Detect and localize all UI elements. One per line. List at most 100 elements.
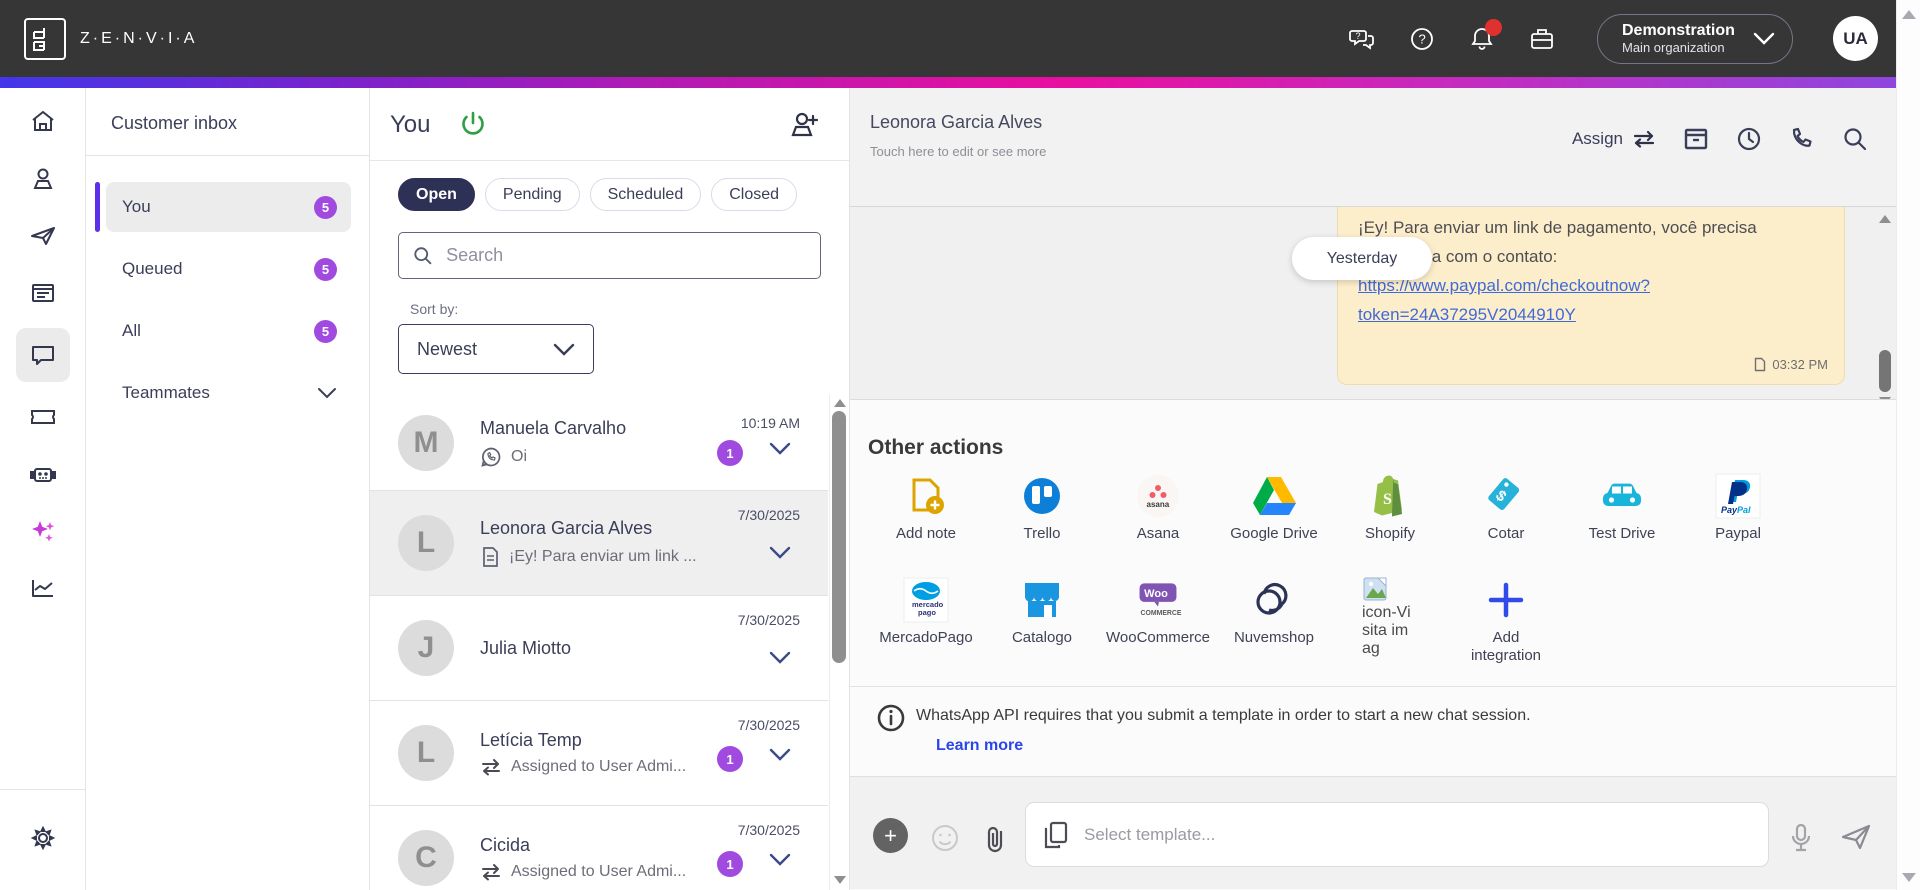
nav-ai[interactable] (19, 509, 67, 553)
scrollbar-thumb[interactable] (1879, 350, 1891, 392)
inbox-filter-you[interactable]: You 5 (95, 182, 351, 232)
scroll-down-arrow[interactable] (1902, 873, 1916, 882)
action-trello[interactable]: Trello (984, 472, 1100, 576)
clock-icon (1737, 127, 1761, 151)
conversation-list-panel: You Open Pending Scheduled Closed Sort b… (370, 88, 850, 890)
support-chat-icon[interactable]: ? (1349, 26, 1375, 52)
search-conversation-button[interactable] (1842, 126, 1868, 152)
microphone-button[interactable] (1788, 823, 1814, 860)
action-add-integration[interactable]: Add integration (1448, 576, 1564, 680)
phone-icon (1792, 127, 1812, 147)
call-button[interactable] (1789, 126, 1815, 152)
action-nuvemshop[interactable]: Nuvemshop (1216, 576, 1332, 680)
conversation-row[interactable]: J Julia Miotto 7/30/2025 (370, 595, 828, 700)
message-area[interactable]: ¡Ey! Para enviar um link de pagamento, v… (850, 207, 1896, 400)
nav-chatbot[interactable] (19, 452, 67, 496)
search-input[interactable] (446, 245, 806, 266)
conversation-row[interactable]: C Cicida Assigned to User Admi... 7/30/2… (370, 805, 828, 890)
conversation-row-selected[interactable]: L Leonora Garcia Alves ¡Ey! Para enviar … (370, 490, 828, 595)
scroll-up-arrow[interactable] (1879, 215, 1891, 223)
chevron-down-icon (1753, 32, 1775, 45)
chart-icon (31, 580, 53, 597)
history-button[interactable] (1736, 126, 1762, 152)
action-cotar[interactable]: $ Cotar (1448, 472, 1564, 576)
action-mercadopago[interactable]: mercado pago MercadoPago (868, 576, 984, 680)
payment-link[interactable]: https://www.paypal.com/checkoutnow? toke… (1358, 276, 1650, 324)
action-catalogo[interactable]: Catalogo (984, 576, 1100, 680)
apps-briefcase-icon[interactable] (1529, 26, 1555, 52)
expand-chevron-icon[interactable] (769, 853, 791, 866)
template-select-input[interactable] (1084, 824, 1752, 845)
conversation-row[interactable]: L Letícia Temp Assigned to User Admi... … (370, 700, 828, 805)
help-icon[interactable]: ? (1409, 26, 1435, 52)
nav-settings[interactable] (19, 816, 67, 860)
action-add-note[interactable]: Add note (868, 472, 984, 576)
emoji-button[interactable] (930, 823, 960, 858)
tab-open[interactable]: Open (398, 178, 475, 211)
action-visita-broken-image[interactable]: icon-Visita imag (1332, 576, 1448, 680)
scrollbar-thumb[interactable] (832, 411, 846, 663)
conversation-search[interactable] (398, 232, 821, 279)
asana-icon: asana (1137, 475, 1179, 517)
action-google-drive[interactable]: Google Drive (1216, 472, 1332, 576)
list-scrollbar[interactable] (829, 395, 849, 890)
action-paypal[interactable]: PayPal Paypal (1680, 472, 1796, 576)
nav-tickets[interactable] (19, 395, 67, 439)
notification-dot (1485, 18, 1502, 36)
attach-file-button[interactable] (982, 823, 1008, 860)
panel-title: Customer inbox (111, 113, 238, 133)
archive-button[interactable] (1683, 126, 1709, 152)
add-attachment-button[interactable]: + (873, 818, 908, 853)
note-status-icon (1755, 357, 1766, 372)
nav-news[interactable] (19, 271, 67, 315)
action-shopify[interactable]: S Shopify (1332, 472, 1448, 576)
tab-closed[interactable]: Closed (711, 178, 798, 211)
message-scrollbar[interactable] (1878, 207, 1893, 399)
user-avatar[interactable]: UA (1833, 16, 1878, 61)
inbox-filter-teammates[interactable]: Teammates (106, 368, 351, 418)
expand-chevron-icon[interactable] (769, 651, 791, 664)
nav-contacts[interactable] (19, 157, 67, 201)
transfer-icon (482, 864, 500, 881)
scroll-up-arrow[interactable] (834, 399, 846, 407)
add-person-icon[interactable] (787, 108, 821, 142)
inbox-filter-queued[interactable]: Queued 5 (106, 244, 351, 294)
expand-chevron-icon[interactable] (769, 442, 791, 455)
nav-campaigns[interactable] (19, 214, 67, 258)
tab-pending[interactable]: Pending (484, 178, 580, 211)
filter-label: All (122, 321, 141, 340)
customer-inbox-panel: Customer inbox You 5 Queued 5 All 5 Team… (86, 88, 370, 890)
contact-name: Letícia Temp (480, 730, 582, 750)
send-button[interactable] (1840, 823, 1872, 856)
woocommerce-icon: Woo COMMERCE (1139, 583, 1182, 617)
page-scrollbar[interactable] (1896, 0, 1920, 890)
expand-chevron-icon[interactable] (769, 748, 791, 761)
nav-home[interactable] (19, 100, 67, 144)
assign-button[interactable]: Assign (1572, 129, 1656, 149)
chat-icon (31, 346, 54, 365)
nav-customer-inbox[interactable] (15, 328, 70, 382)
template-input-box[interactable] (1025, 802, 1769, 867)
tab-scheduled[interactable]: Scheduled (589, 178, 702, 211)
sort-select[interactable]: Newest (398, 324, 594, 374)
chat-contact-subtitle[interactable]: Touch here to edit or see more (870, 144, 1046, 159)
learn-more-link[interactable]: Learn more (936, 737, 1023, 755)
availability-power-icon[interactable] (457, 109, 489, 141)
inbox-filter-all[interactable]: All 5 (106, 306, 351, 356)
conversation-row[interactable]: M Manuela Carvalho Oi 10:19 AM 1 (370, 395, 828, 490)
zenvia-logo-icon[interactable] (24, 17, 66, 60)
contact-name: Cicida (480, 835, 531, 855)
microphone-icon (1791, 823, 1811, 852)
notice-text: WhatsApp API requires that you submit a … (916, 707, 1531, 724)
organization-switcher[interactable]: Demonstration Main organization (1597, 13, 1793, 64)
ticket-icon (30, 410, 55, 424)
expand-chevron-icon[interactable] (769, 546, 791, 559)
action-asana[interactable]: asana Asana (1100, 472, 1216, 576)
nav-analytics[interactable] (19, 566, 67, 610)
broken-image-icon (1363, 577, 1387, 601)
notifications-bell-icon[interactable] (1469, 18, 1502, 52)
action-test-drive[interactable]: Test Drive (1564, 472, 1680, 576)
scroll-up-arrow[interactable] (1902, 10, 1916, 19)
action-woocommerce[interactable]: Woo COMMERCE WooCommerce (1100, 576, 1216, 680)
scroll-down-arrow[interactable] (834, 876, 846, 884)
